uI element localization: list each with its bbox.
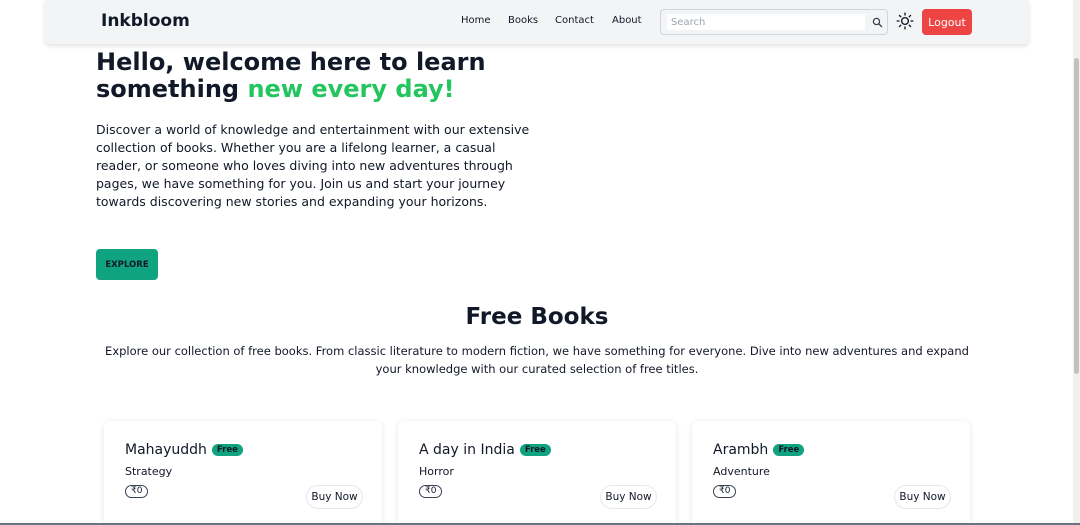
buy-now-button[interactable]: Buy Now [894,485,951,509]
book-category: Strategy [125,465,173,478]
buy-now-button[interactable]: Buy Now [600,485,657,509]
price-tag: ₹0 [125,485,149,498]
free-badge: Free [773,444,805,456]
book-category: Horror [419,465,454,478]
book-title: Mahayuddh [125,442,207,458]
hero-title-accent: new every day! [247,75,455,103]
search-input[interactable] [667,14,865,30]
book-title-row: A day in India Free [419,442,551,458]
scrollbar-thumb[interactable] [1074,58,1079,374]
book-title: A day in India [419,442,515,458]
brand-logo[interactable]: Inkbloom [101,11,190,31]
search-box [660,9,888,35]
section-description: Explore our collection of free books. Fr… [105,344,969,376]
section-title: Free Books [465,304,609,330]
nav-link-home[interactable]: Home [461,15,491,26]
book-title-row: Mahayuddh Free [125,442,243,458]
book-card[interactable]: Mahayuddh Free Strategy ₹0 Buy Now [104,421,382,525]
free-badge: Free [211,444,243,456]
free-badge: Free [519,444,551,456]
book-category: Adventure [713,465,770,478]
sun-icon[interactable] [896,12,914,30]
price-tag: ₹0 [419,485,443,498]
navbar: Inkbloom Home Books Contact About Logout [45,0,1029,44]
book-card[interactable]: Arambh Free Adventure ₹0 Buy Now [692,421,970,525]
nav-link-about[interactable]: About [612,15,642,26]
nav-link-books[interactable]: Books [508,15,538,26]
hero-title: Hello, welcome here to learn something n… [96,49,556,103]
explore-button[interactable]: EXPLORE [96,249,158,280]
search-icon[interactable] [872,17,883,28]
price-tag: ₹0 [713,485,737,498]
buy-now-button[interactable]: Buy Now [306,485,363,509]
book-card[interactable]: A day in India Free Horror ₹0 Buy Now [398,421,676,525]
hero-description: Discover a world of knowledge and entert… [96,122,530,209]
book-title: Arambh [713,442,769,458]
logout-button[interactable]: Logout [922,9,972,35]
book-title-row: Arambh Free [713,442,805,458]
nav-link-contact[interactable]: Contact [555,15,594,26]
scrollbar[interactable] [1073,0,1080,525]
